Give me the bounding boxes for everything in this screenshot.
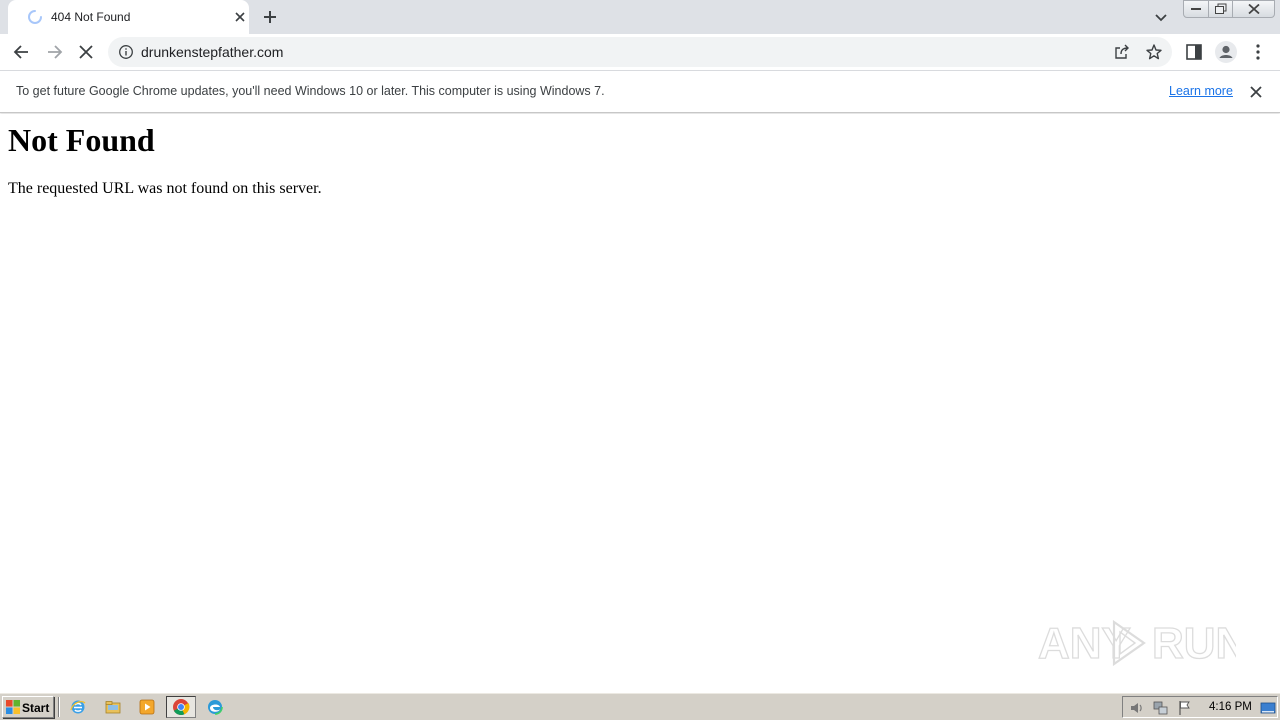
window-minimize-button[interactable] — [1183, 0, 1209, 18]
profile-avatar-icon[interactable] — [1214, 40, 1238, 64]
minimize-icon — [1191, 8, 1201, 10]
close-window-icon — [1247, 4, 1260, 14]
infobar-message: To get future Google Chrome updates, you… — [16, 84, 605, 98]
taskbar-media-player[interactable] — [135, 696, 159, 718]
chrome-icon — [173, 699, 190, 715]
taskbar-separator — [58, 697, 60, 717]
browser-toolbar: drunkenstepfather.com — [0, 34, 1280, 71]
address-bar[interactable]: drunkenstepfather.com — [108, 37, 1172, 67]
window-restore-button[interactable] — [1208, 0, 1233, 18]
start-button[interactable]: Start — [2, 696, 54, 718]
svg-text:RUN: RUN — [1152, 619, 1236, 668]
stop-loading-icon[interactable] — [76, 42, 96, 62]
site-info-icon[interactable] — [118, 44, 134, 60]
page-heading: Not Found — [8, 122, 155, 158]
forward-arrow-icon[interactable] — [44, 42, 64, 62]
tab-search-chevron-icon[interactable] — [1150, 6, 1172, 28]
taskbar-chrome[interactable] — [166, 696, 196, 718]
new-tab-plus-icon[interactable] — [258, 5, 282, 29]
window-close-button[interactable] — [1232, 0, 1275, 18]
taskbar-edge[interactable] — [203, 696, 227, 718]
taskbar-ie[interactable] — [66, 696, 90, 718]
taskbar-clock[interactable]: 4:16 PM — [1209, 701, 1252, 713]
system-tray: 4:16 PM — [1122, 696, 1278, 718]
windows-taskbar: Start 4:16 PM — [0, 692, 1280, 720]
infobar-close-icon[interactable] — [1248, 84, 1264, 100]
page-content: Not Found The requested URL was not foun… — [0, 114, 1280, 692]
restore-icon — [1214, 3, 1226, 14]
tab-title: 404 Not Found — [51, 10, 131, 24]
folder-icon — [105, 701, 121, 714]
media-player-icon — [139, 699, 155, 715]
side-panel-icon[interactable] — [1184, 42, 1204, 62]
action-center-flag-icon[interactable] — [1177, 700, 1193, 716]
tab-active[interactable]: 404 Not Found — [8, 0, 249, 34]
edge-icon — [208, 700, 223, 715]
back-arrow-icon[interactable] — [12, 42, 32, 62]
tab-close-icon[interactable] — [232, 9, 248, 25]
bookmark-star-icon[interactable] — [1145, 43, 1163, 61]
tab-strip: 404 Not Found — [0, 0, 1280, 34]
internet-explorer-icon — [70, 700, 86, 714]
page-message: The requested URL was not found on this … — [8, 180, 322, 197]
share-icon[interactable] — [1113, 43, 1131, 61]
volume-icon[interactable] — [1129, 700, 1145, 716]
windows-logo-icon — [6, 700, 20, 714]
show-desktop-icon[interactable] — [1260, 700, 1276, 716]
update-infobar: To get future Google Chrome updates, you… — [0, 71, 1280, 113]
more-menu-icon[interactable] — [1248, 42, 1268, 62]
watermark-logo: ANY RUN — [1037, 618, 1236, 668]
start-label: Start — [22, 701, 50, 715]
network-icon[interactable] — [1153, 700, 1169, 716]
learn-more-link[interactable]: Learn more — [1169, 84, 1233, 98]
loading-spinner-icon — [28, 10, 42, 24]
taskbar-explorer[interactable] — [101, 696, 125, 718]
url-text[interactable]: drunkenstepfather.com — [141, 44, 283, 60]
